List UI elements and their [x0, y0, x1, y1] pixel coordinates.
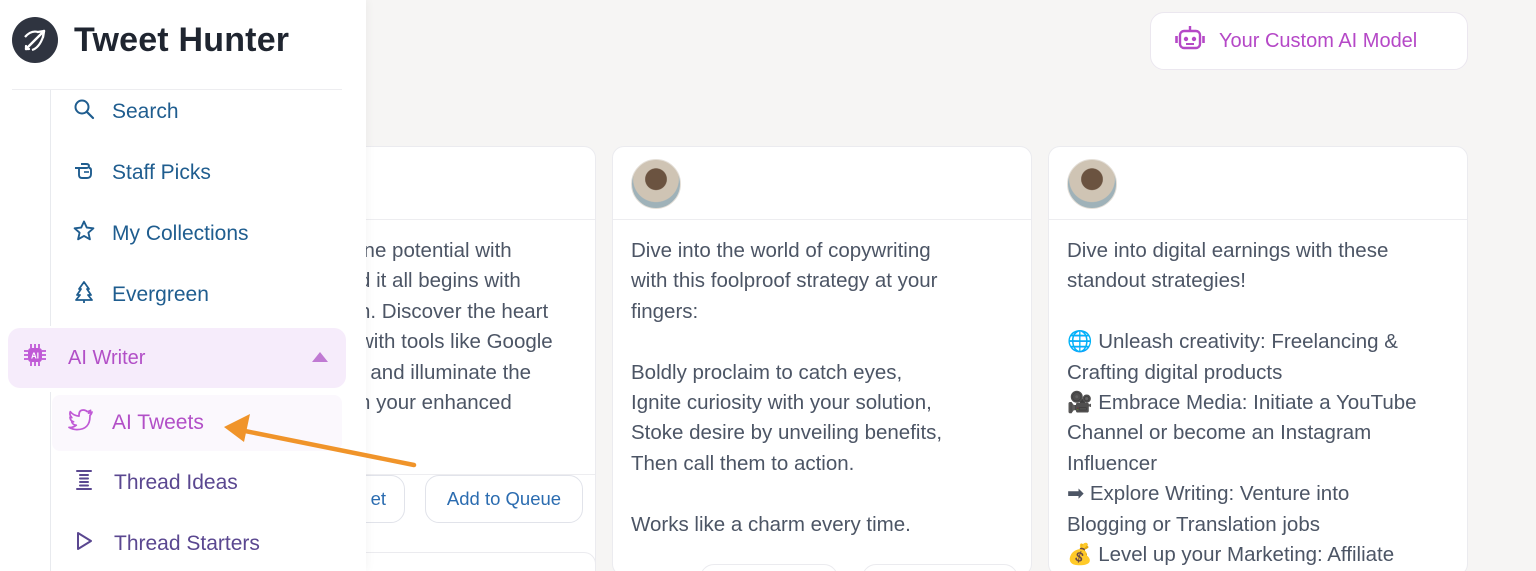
sidebar-item-thread-ideas[interactable]: Thread Ideas	[56, 455, 346, 511]
play-outline-icon	[72, 529, 96, 559]
add-to-queue-label: Add to Queue	[446, 488, 562, 509]
twitter-bird-icon	[68, 408, 94, 438]
robot-icon	[1175, 24, 1205, 58]
brand[interactable]: Tweet Hunter	[12, 16, 289, 64]
app-root: Your Custom AI Model ine potential with …	[0, 0, 1536, 571]
sidebar-item-thread-starters[interactable]: Thread Starters	[56, 516, 346, 571]
edit-tweet-label: et	[370, 488, 386, 509]
card-action-button[interactable]	[700, 564, 838, 571]
pointing-hand-icon	[72, 158, 96, 188]
sidebar: Tweet Hunter Search Staff Picks My Colle…	[0, 0, 366, 571]
star-icon	[72, 219, 96, 249]
sidebar-item-label: Search	[112, 100, 179, 123]
tweet-card: Dive into the world of copywriting with …	[612, 146, 1032, 571]
sidebar-item-ai-writer[interactable]: AI AI Writer	[8, 328, 346, 388]
card-action-button[interactable]	[862, 564, 1018, 571]
custom-ai-model-button[interactable]: Your Custom AI Model	[1150, 12, 1468, 70]
sidebar-item-ai-tweets[interactable]: AI Tweets	[52, 395, 342, 451]
sidebar-item-staff-picks[interactable]: Staff Picks	[60, 149, 340, 197]
sidebar-item-label: My Collections	[112, 222, 249, 245]
add-to-queue-button[interactable]: Add to Queue	[425, 475, 583, 523]
sidebar-item-label: Thread Starters	[114, 532, 260, 555]
avatar[interactable]	[631, 159, 681, 209]
custom-ai-model-label: Your Custom AI Model	[1219, 29, 1418, 52]
sidebar-item-evergreen[interactable]: Evergreen	[60, 271, 340, 319]
chip-icon: AI	[22, 342, 48, 374]
sidebar-item-label: AI Tweets	[112, 411, 204, 434]
tweet-card: Dive into digital earnings with these st…	[1048, 146, 1468, 571]
sidebar-item-search[interactable]: Search	[60, 88, 340, 136]
brand-name: Tweet Hunter	[74, 20, 290, 59]
sidebar-item-label: AI Writer	[68, 346, 146, 369]
sidebar-item-label: Staff Picks	[112, 161, 211, 184]
sidebar-item-my-collections[interactable]: My Collections	[60, 210, 340, 258]
nav-rail	[50, 392, 51, 571]
thread-list-icon	[72, 468, 96, 498]
avatar[interactable]	[1067, 159, 1117, 209]
bow-arrow-logo-icon	[12, 17, 58, 63]
tweet-card-header	[1049, 147, 1467, 220]
chevron-up-icon[interactable]	[312, 352, 328, 362]
svg-text:AI: AI	[31, 352, 39, 361]
sidebar-item-label: Evergreen	[112, 283, 209, 306]
tree-icon	[72, 280, 96, 310]
sidebar-item-label: Thread Ideas	[114, 471, 238, 494]
tweet-card-header	[613, 147, 1031, 220]
nav-rail	[50, 90, 51, 326]
search-icon	[72, 97, 96, 127]
tweet-text: Dive into digital earnings with these st…	[1067, 239, 1417, 567]
tweet-text: Dive into the world of copywriting with …	[631, 239, 943, 536]
